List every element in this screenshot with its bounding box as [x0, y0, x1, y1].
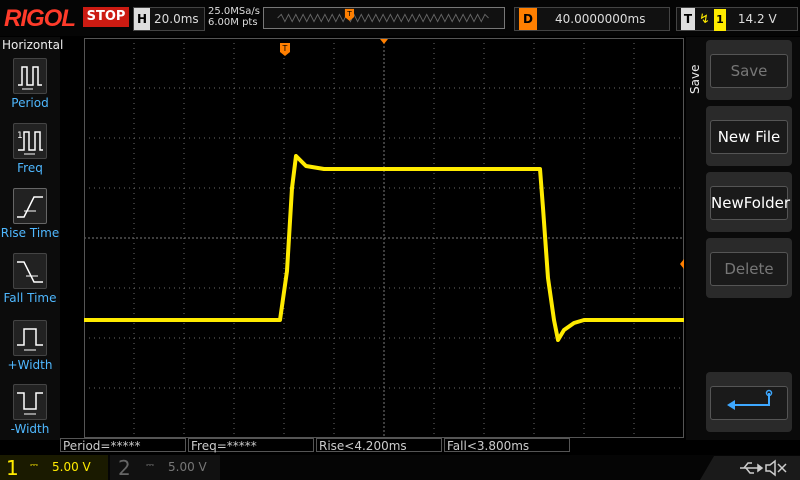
- sample-rate: 25.0MSa/s: [208, 6, 260, 17]
- menu-item-label: -Width: [10, 422, 50, 436]
- channel-1-label[interactable]: 1 ⎓ 5.00 V: [0, 455, 108, 480]
- trigger-letter: T: [681, 8, 695, 30]
- menu-item-label: Period: [11, 96, 49, 110]
- waveform-display[interactable]: T T 1: [84, 38, 684, 438]
- bottom-right-status: [700, 456, 800, 480]
- menu-item-label: Rise Time: [0, 226, 60, 240]
- channel-2-label[interactable]: 2 ⎓ 5.00 V: [110, 455, 220, 480]
- frequency-icon: 1: [13, 123, 47, 159]
- memory-overview-strip[interactable]: T: [263, 7, 505, 29]
- menu-item-label: Fall Time: [3, 291, 57, 305]
- menu-item-negative-width[interactable]: -Width: [0, 384, 60, 436]
- return-arrow-icon: [710, 386, 788, 420]
- save-button-label: Save: [710, 54, 788, 88]
- channel-2-number: 2: [118, 456, 131, 480]
- channel-1-scale: 5.00 V: [52, 460, 91, 474]
- rise-time-icon: [13, 188, 47, 224]
- delete-button[interactable]: Delete: [706, 238, 792, 298]
- fall-time-icon: [13, 253, 47, 289]
- menu-item-positive-width[interactable]: +Width: [0, 320, 60, 372]
- menu-item-rise-time[interactable]: Rise Time: [0, 188, 60, 240]
- delete-button-label: Delete: [710, 252, 788, 286]
- channel-1-number: 1: [6, 456, 19, 480]
- trigger-channel-badge: 1: [713, 9, 726, 31]
- measurement-bar: Period=***** Freq=***** Rise<4.200ms Fal…: [60, 438, 686, 454]
- trigger-edge-icon: ↯: [699, 12, 710, 27]
- period-icon: [13, 58, 47, 94]
- trigger-level: 14.2 V: [737, 12, 777, 26]
- return-button[interactable]: [706, 372, 792, 432]
- menu-item-period[interactable]: Period: [0, 58, 60, 110]
- rise-measurement[interactable]: Rise<4.200ms: [316, 438, 442, 453]
- negative-width-icon: [13, 384, 47, 420]
- channel-2-scale: 5.00 V: [168, 460, 207, 474]
- new-folder-button-label: NewFolder: [710, 186, 790, 220]
- timebase-value: 20.0ms: [154, 12, 199, 26]
- period-measurement[interactable]: Period=*****: [60, 438, 186, 453]
- timebase-readout[interactable]: H 20.0ms: [133, 7, 205, 31]
- delay-value: 40.0000000ms: [555, 12, 646, 26]
- trigger-readout[interactable]: T ↯ 1 14.2 V: [676, 7, 798, 31]
- run-stop-indicator[interactable]: STOP: [83, 7, 129, 27]
- freq-measurement[interactable]: Freq=*****: [188, 438, 314, 453]
- menu-item-label: Freq: [17, 161, 43, 175]
- delay-readout[interactable]: D 40.0000000ms: [514, 7, 670, 31]
- new-folder-button[interactable]: NewFolder: [706, 172, 792, 232]
- new-file-button[interactable]: New File: [706, 106, 792, 166]
- brand-logo: RIGOL: [4, 5, 76, 32]
- new-file-button-label: New File: [710, 120, 788, 154]
- svg-text:1: 1: [17, 131, 23, 141]
- fall-measurement[interactable]: Fall<3.800ms: [444, 438, 570, 453]
- acquisition-info: 25.0MSa/s 6.00M pts: [208, 6, 260, 28]
- save-button[interactable]: Save: [706, 40, 792, 100]
- memory-trigger-marker: T: [344, 8, 354, 21]
- memory-depth: 6.00M pts: [208, 17, 258, 28]
- svg-text:T: T: [282, 44, 288, 53]
- dc-coupling-icon: ⎓: [30, 460, 38, 471]
- menu-item-label: +Width: [7, 358, 53, 372]
- positive-width-icon: [13, 320, 47, 356]
- dc-coupling-icon: ⎓: [146, 460, 154, 471]
- save-menu-title: Save: [688, 64, 702, 94]
- horizontal-menu-title: Horizontal: [2, 38, 64, 52]
- menu-item-freq[interactable]: 1 Freq: [0, 123, 60, 175]
- menu-item-fall-time[interactable]: Fall Time: [0, 253, 60, 305]
- svg-text:T: T: [346, 9, 352, 18]
- delay-letter: D: [519, 8, 537, 30]
- timebase-letter: H: [134, 8, 150, 30]
